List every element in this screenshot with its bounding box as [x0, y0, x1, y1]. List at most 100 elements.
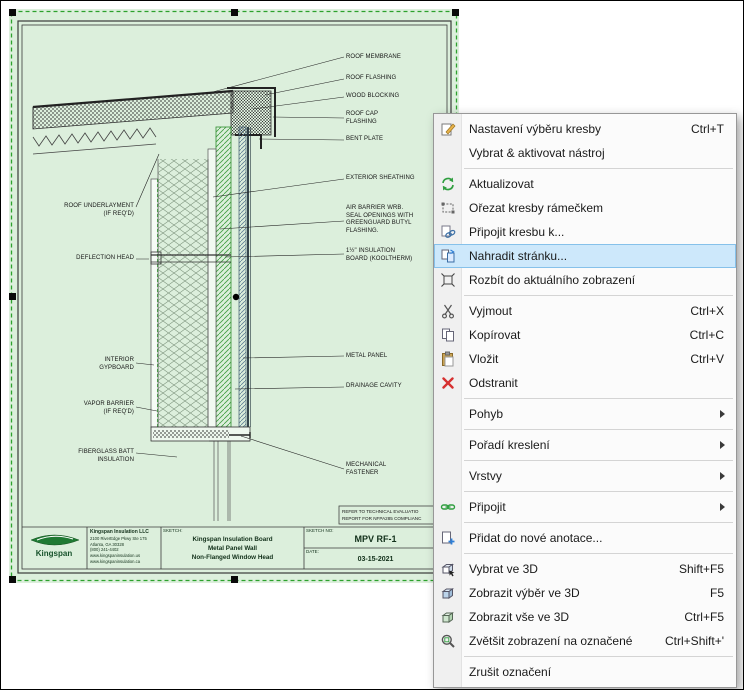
company-name: Kingspan Insulation LLC — [90, 529, 160, 536]
menu-item-copy[interactable]: Kopírovat Ctrl+C — [434, 323, 736, 347]
submenu-arrow-icon — [720, 441, 736, 449]
menu-separator — [464, 460, 733, 461]
submenu-arrow-icon — [720, 410, 736, 418]
menu-item-shortcut: Ctrl+Shift+' — [665, 634, 736, 648]
menu-item-show-selection-in-3d[interactable]: Zobrazit výběr ve 3D F5 — [434, 581, 736, 605]
menu-item-update[interactable]: Aktualizovat — [434, 172, 736, 196]
date-value: 03-15-2021 — [306, 556, 445, 563]
app-window: ROOF MEMBRANE ROOF FLASHING WOOD BLOCKIN… — [0, 0, 744, 690]
submenu-arrow-icon — [720, 472, 736, 480]
menu-item-deselect[interactable]: Zrušit označení — [434, 660, 736, 684]
drawing-settings-icon — [434, 121, 461, 137]
select-3d-icon — [434, 561, 461, 577]
drawing-label: FIBERGLASS BATT INSULATION — [78, 449, 134, 464]
menu-item-label: Vybrat ve 3D — [461, 562, 679, 576]
menu-item-label: Odstranit — [461, 376, 724, 390]
menu-separator — [464, 491, 733, 492]
menu-item-label: Vybrat & aktivovat nástroj — [461, 146, 724, 160]
menu-item-label: Připojit kresbu k... — [461, 225, 724, 239]
menu-item-label: Zobrazit výběr ve 3D — [461, 586, 710, 600]
menu-item-replace-page[interactable]: Nahradit stránku... — [434, 244, 736, 268]
menu-item-label: Vrstvy — [461, 469, 720, 483]
menu-item-zoom-to-selection[interactable]: Zvětšit zobrazení na označené Ctrl+Shift… — [434, 629, 736, 653]
link-drawing-icon — [434, 224, 461, 240]
menu-separator — [464, 656, 733, 657]
refresh-icon — [434, 176, 461, 192]
menu-separator — [464, 429, 733, 430]
compliance-note: REFER TO TECHNICAL EVALUATIO REPORT FOR … — [342, 508, 444, 523]
drawing-label: ROOF CAP FLASHING — [346, 111, 378, 126]
menu-item-shortcut: F5 — [710, 586, 736, 600]
menu-item-cut[interactable]: Vyjmout Ctrl+X — [434, 299, 736, 323]
menu-item-link-drawing-to[interactable]: Připojit kresbu k... — [434, 220, 736, 244]
menu-item-explode-current-view[interactable]: Rozbít do aktuálního zobrazení — [434, 268, 736, 292]
date-label: DATE: — [306, 549, 319, 554]
menu-separator — [464, 522, 733, 523]
menu-item-shortcut: Shift+F5 — [679, 562, 736, 576]
delete-icon — [434, 375, 461, 391]
add-annotation-icon — [434, 530, 461, 546]
menu-item-label: Nahradit stránku... — [461, 249, 724, 263]
menu-item-attach[interactable]: Připojit — [434, 495, 736, 519]
menu-item-delete[interactable]: Odstranit — [434, 371, 736, 395]
menu-item-label: Zvětšit zobrazení na označené — [461, 634, 665, 648]
menu-item-show-all-in-3d[interactable]: Zobrazit vše ve 3D Ctrl+F5 — [434, 605, 736, 629]
menu-item-label: Připojit — [461, 500, 720, 514]
show-all-3d-icon — [434, 609, 461, 625]
drawing-label: MECHANICAL FASTENER — [346, 462, 386, 477]
menu-item-shortcut: Ctrl+F5 — [684, 610, 736, 624]
menu-separator — [464, 398, 733, 399]
drawing-label: DRAINAGE CAVITY — [346, 383, 402, 391]
sketch-label: SKETCH: — [163, 528, 183, 533]
drawing-label: ROOF UNDERLAYMENT (IF REQ'D) — [64, 203, 134, 218]
copy-icon — [434, 327, 461, 343]
drawing-anchor-point[interactable] — [233, 294, 239, 300]
menu-separator — [464, 295, 733, 296]
replace-page-icon — [434, 248, 461, 264]
drawing-label: BENT PLATE — [346, 136, 383, 144]
paste-icon — [434, 351, 461, 367]
menu-item-select-in-3d[interactable]: Vybrat ve 3D Shift+F5 — [434, 557, 736, 581]
menu-item-move[interactable]: Pohyb — [434, 402, 736, 426]
menu-item-label: Rozbít do aktuálního zobrazení — [461, 273, 724, 287]
menu-item-label: Nastavení výběru kresby — [461, 122, 691, 136]
menu-item-crop-drawing-frame[interactable]: Ořezat kresby rámečkem — [434, 196, 736, 220]
window-head — [151, 427, 250, 521]
kingspan-logo-lens — [31, 535, 79, 545]
drawing-label: METAL PANEL — [346, 353, 387, 361]
wall-assembly — [151, 127, 251, 427]
sketch-no-label: SKETCH NO: — [306, 528, 334, 533]
menu-item-layers[interactable]: Vrstvy — [434, 464, 736, 488]
explode-icon — [434, 272, 461, 288]
menu-item-label: Ořezat kresby rámečkem — [461, 201, 724, 215]
menu-item-drawing-order[interactable]: Pořadí kreslení — [434, 433, 736, 457]
crop-icon — [434, 200, 461, 216]
menu-item-drawing-selection-settings[interactable]: Nastavení výběru kresby Ctrl+T — [434, 117, 736, 141]
drawing-label: VAPOR BARRIER (IF REQ'D) — [84, 401, 134, 416]
attach-icon — [434, 499, 461, 515]
menu-item-add-to-new-annotation[interactable]: Přidat do nové anotace... — [434, 526, 736, 550]
menu-item-label: Pořadí kreslení — [461, 438, 720, 452]
selected-drawing[interactable]: ROOF MEMBRANE ROOF FLASHING WOOD BLOCKIN… — [9, 9, 459, 583]
drawing-label: AIR BARRIER WRB. SEAL OPENINGS WITH GREE… — [346, 205, 413, 235]
menu-item-select-activate-tool[interactable]: Vybrat & aktivovat nástroj — [434, 141, 736, 165]
menu-item-label: Vložit — [461, 352, 690, 366]
zoom-selection-icon — [434, 633, 461, 649]
menu-item-label: Přidat do nové anotace... — [461, 531, 724, 545]
menu-item-paste[interactable]: Vložit Ctrl+V — [434, 347, 736, 371]
drawing-label: EXTERIOR SHEATHING — [346, 175, 415, 183]
sketch-title: Kingspan Insulation Board Metal Panel Wa… — [163, 536, 302, 562]
cut-icon — [434, 303, 461, 319]
menu-item-label: Zrušit označení — [461, 665, 724, 679]
company-address: 2100 RiverEdge Pkwy Ste 175 Atlanta, GA … — [90, 536, 160, 564]
roof-assembly — [33, 91, 233, 154]
menu-item-shortcut: Ctrl+T — [691, 122, 736, 136]
menu-item-label: Aktualizovat — [461, 177, 724, 191]
menu-item-shortcut: Ctrl+V — [690, 352, 736, 366]
menu-item-label: Zobrazit vše ve 3D — [461, 610, 684, 624]
sketch-no-value: MPV RF-1 — [306, 534, 445, 544]
menu-item-label: Kopírovat — [461, 328, 690, 342]
menu-item-label: Pohyb — [461, 407, 720, 421]
submenu-arrow-icon — [720, 503, 736, 511]
context-menu: Nastavení výběru kresby Ctrl+T Vybrat & … — [433, 113, 737, 688]
